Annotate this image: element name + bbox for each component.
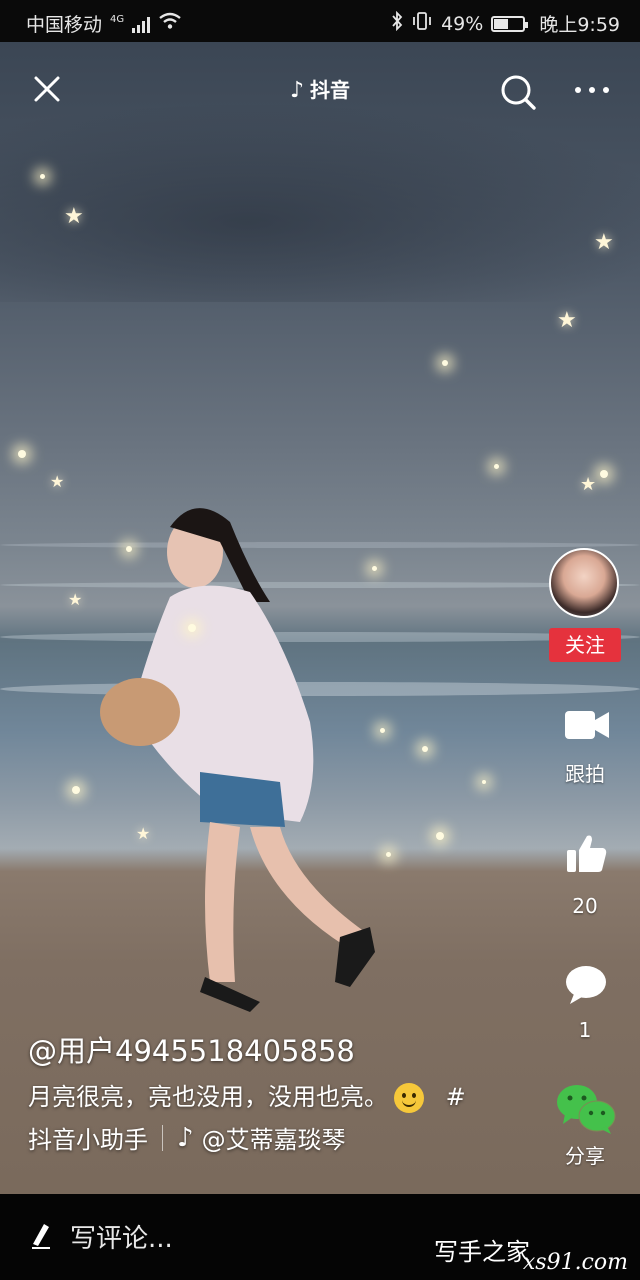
sparkle [442,360,448,366]
douyin-logo-icon: ♪ [289,78,305,103]
more-icon [575,87,609,93]
smile-emoji-icon [394,1083,424,1113]
author-avatar[interactable] [549,548,619,618]
clock: 晚上9:59 [539,14,620,36]
sparkle [386,852,391,857]
star-icon: ★ [580,474,597,495]
more-button[interactable] [572,80,612,100]
bluetooth-icon [391,10,403,36]
star-icon: ★ [68,590,83,609]
star-icon: ★ [64,204,84,229]
sparkle [482,780,486,784]
star-icon: ★ [50,472,65,491]
battery-percent: 49% [441,12,484,35]
vibrate-icon [411,12,433,35]
search-icon [501,75,536,110]
divider [162,1124,163,1151]
like-count: 20 [572,894,598,918]
watermark-url: xs91.com [522,1250,628,1275]
star-icon: ★ [594,230,614,255]
sparkle [436,832,444,840]
battery-icon [491,15,529,32]
music-note-icon: ♪ [177,1122,194,1153]
thumbs-up-icon [567,835,607,872]
person-figure [100,508,375,1012]
duet-button[interactable]: 跟拍 [535,700,635,790]
sparkle [494,464,499,469]
comment-bubble-icon [566,966,606,1004]
description-text: 月亮很亮，亮也没用，没用也亮。 [28,1083,388,1111]
like-button[interactable]: 20 [535,828,635,923]
sparkle [72,786,80,794]
hashtag-link[interactable]: 抖音小助手 [28,1120,148,1155]
video-camera-icon [565,711,609,739]
comment-input[interactable]: 写评论... [70,1218,173,1255]
star-icon: ★ [136,824,151,843]
sparkle [126,546,132,552]
share-button[interactable]: 分享 [535,1080,635,1175]
sparkle [600,470,608,478]
app-title-text: 抖音 [310,78,351,102]
carrier-name: 中国移动 [26,14,103,36]
music-credit: @艾蒂嘉琰琴 [201,1126,346,1154]
bottom-bar: 写评论... 写手之家 xs91.com [0,1194,640,1280]
author-username[interactable]: @用户4945518405858 [28,1028,355,1070]
search-button[interactable] [498,72,538,112]
network-type: 4G [110,14,125,25]
music-link[interactable]: ♪ @艾蒂嘉琰琴 [177,1120,346,1155]
sparkle [18,450,26,458]
sparkle [372,566,377,571]
caption-meta-row: 抖音小助手 ♪ @艾蒂嘉琰琴 [28,1120,346,1155]
wechat-icon [557,1085,616,1134]
watermark-title: 写手之家 [434,1238,530,1266]
duet-label: 跟拍 [565,762,605,786]
follow-button[interactable]: 关注 [549,628,621,662]
sparkle [380,728,385,733]
watermark: 写手之家 xs91.com [430,1224,630,1275]
share-label: 分享 [565,1144,605,1168]
sparkle [422,746,428,752]
status-bar: 中国移动 4G 49% 晚上9:59 [0,0,640,42]
pen-icon [30,1222,52,1254]
signal-icon [132,15,151,33]
star-icon: ★ [557,308,577,333]
video-description: 月亮很亮，亮也没用，没用也亮。 # [28,1080,528,1114]
sparkle [40,174,45,179]
app-title: ♪ 抖音 [0,74,640,103]
wifi-icon [158,12,182,35]
cloud-layer [0,102,640,302]
comment-button[interactable]: 1 [535,960,635,1050]
sparkle [188,624,196,632]
hashtag-mark: # [445,1083,466,1111]
comment-count: 1 [578,1018,592,1042]
